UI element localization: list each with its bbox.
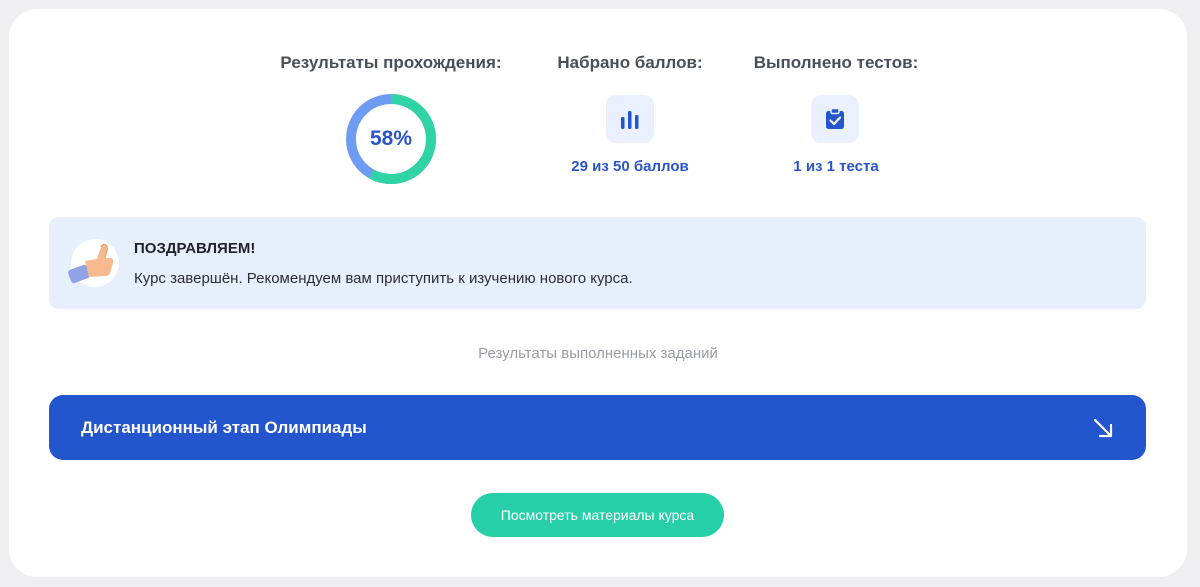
thumbs-up-icon: [68, 239, 119, 287]
view-materials-button[interactable]: Посмотреть материалы курса: [471, 493, 724, 537]
stage-accordion[interactable]: Дистанционный этап Олимпиады: [49, 395, 1146, 460]
points-title: Набрано баллов:: [557, 53, 703, 72]
congrats-title: ПОЗДРАВЛЯЕМ!: [134, 240, 256, 257]
clipboard-check-icon: [826, 108, 844, 129]
congrats-text: Курс завершён. Рекомендуем вам приступит…: [134, 270, 633, 287]
progress-percent: 58%: [369, 127, 413, 150]
tests-icon-box: [811, 95, 859, 143]
bar-chart-icon: [621, 111, 639, 129]
arrow-down-right-icon[interactable]: [1092, 417, 1114, 439]
course-results-card: Результаты прохождения: 58% Набрано балл…: [9, 9, 1187, 577]
congrats-panel: ПОЗДРАВЛЯЕМ! Курс завершён. Рекомендуем …: [49, 217, 1146, 309]
progress-title: Результаты прохождения:: [280, 53, 502, 72]
results-caption: Результаты выполненных заданий: [478, 345, 718, 362]
tests-value: 1 из 1 теста: [793, 158, 879, 175]
points-icon-box: [606, 95, 654, 143]
stage-label: Дистанционный этап Олимпиады: [81, 418, 367, 437]
points-value: 29 из 50 баллов: [571, 158, 689, 175]
tests-title: Выполнено тестов:: [753, 53, 919, 72]
